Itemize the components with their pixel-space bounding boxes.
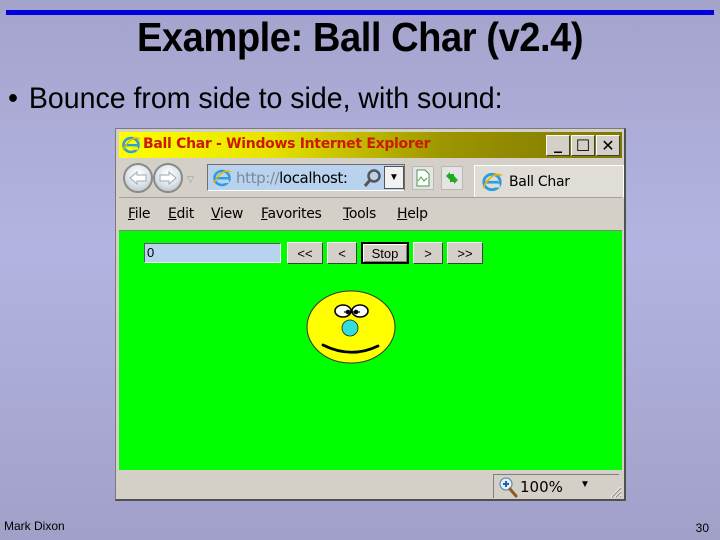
menu-favorites[interactable]: Favorites: [261, 206, 322, 222]
menu-bar: File Edit View Favorites Tools Help: [119, 202, 622, 228]
browser-window: Ball Char - Windows Internet Explorer _ …: [115, 128, 626, 501]
menu-tools[interactable]: Tools: [343, 206, 376, 222]
forward-arrow-icon: [159, 171, 177, 185]
refresh-button[interactable]: [441, 166, 463, 190]
zoom-control[interactable]: 100% ▼: [493, 474, 619, 498]
ie-logo-icon: [122, 136, 141, 154]
left-button[interactable]: <: [327, 242, 357, 264]
address-dropdown-button[interactable]: ▼: [384, 166, 404, 189]
slide-title: Example: Ball Char (v2.4): [136, 14, 584, 60]
back-arrow-icon: [129, 171, 147, 185]
footer-author: Mark Dixon: [4, 519, 65, 533]
stop-button[interactable]: Stop: [361, 242, 409, 264]
url-text[interactable]: http://localhost:: [236, 169, 348, 187]
right-button[interactable]: >: [413, 242, 443, 264]
resize-grip-icon[interactable]: [608, 484, 622, 498]
refresh-icon: [446, 172, 458, 184]
zoom-magnifier-icon: [499, 477, 518, 498]
ie-logo-icon: [482, 172, 503, 192]
ie-logo-icon: [213, 169, 232, 187]
menu-edit[interactable]: Edit: [168, 206, 194, 222]
menu-file[interactable]: File: [128, 206, 151, 222]
fast-left-button[interactable]: <<: [287, 242, 323, 264]
forward-button[interactable]: [153, 163, 183, 193]
status-bar: 100% ▼: [119, 472, 622, 498]
back-button[interactable]: [123, 163, 153, 193]
maximize-button[interactable]: ☐: [571, 135, 595, 156]
page-number: 30: [695, 521, 709, 535]
minimize-button[interactable]: _: [546, 134, 570, 156]
url-scheme: http://: [236, 169, 280, 187]
page-content: 0 << < Stop > >>: [119, 230, 622, 470]
menu-help[interactable]: Help: [397, 206, 428, 222]
window-title: Ball Char - Windows Internet Explorer: [143, 136, 431, 152]
bullet-text: Bounce from side to side, with sound:: [28, 82, 503, 115]
address-bar[interactable]: http://localhost: ▼: [207, 164, 405, 191]
chevron-down-icon: ▼: [389, 172, 399, 183]
close-button[interactable]: ✕: [596, 135, 620, 156]
bullet-point: • Bounce from side to side, with sound:: [8, 82, 503, 116]
minimize-icon: _: [554, 134, 562, 153]
nose: [341, 319, 359, 337]
position-input[interactable]: 0: [144, 243, 281, 263]
tab-label: Ball Char: [509, 174, 570, 190]
navigation-toolbar: ▽ http://localhost: ▼ Ball Char: [119, 160, 624, 198]
history-dropdown-icon[interactable]: ▽: [187, 174, 194, 185]
ball-character[interactable]: [305, 289, 397, 365]
url-host: localhost:: [279, 169, 348, 187]
chevron-down-icon[interactable]: ▼: [580, 479, 590, 490]
fast-right-button[interactable]: >>: [447, 242, 483, 264]
search-icon[interactable]: [362, 168, 382, 188]
zoom-level: 100%: [520, 478, 563, 496]
tab-ball-char[interactable]: Ball Char: [474, 165, 624, 197]
menu-view[interactable]: View: [211, 206, 243, 222]
page-icon: [416, 169, 430, 187]
compatibility-view-button[interactable]: [412, 166, 434, 190]
close-icon: ✕: [601, 136, 615, 155]
maximize-icon: ☐: [575, 136, 591, 155]
bullet-marker: •: [8, 82, 18, 115]
window-titlebar[interactable]: Ball Char - Windows Internet Explorer _ …: [119, 132, 622, 158]
